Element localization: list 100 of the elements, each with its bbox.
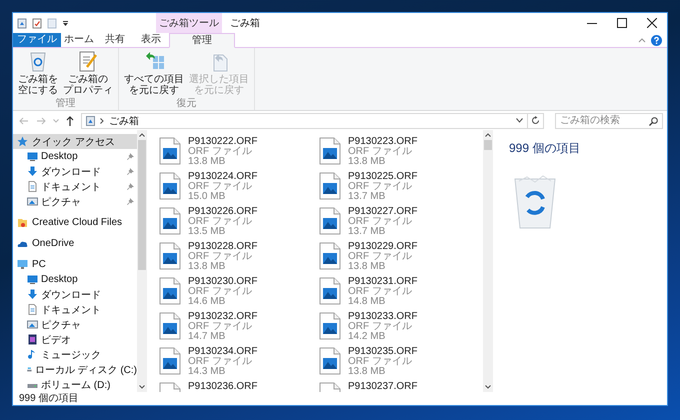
scrollbar[interactable] <box>483 130 493 392</box>
nav-label: ボリューム (D:) <box>41 378 110 392</box>
maximize-icon <box>617 18 627 28</box>
refresh-icon <box>531 116 540 125</box>
file-type: ORF ファイル <box>348 252 413 262</box>
file-name: P9130230.ORF <box>188 277 258 287</box>
monitor-icon <box>27 274 38 285</box>
file-item[interactable]: P9130231.ORF ORF ファイル 14.8 MB <box>319 277 469 312</box>
file-size: 15.0 MB <box>188 192 226 202</box>
chevron-up-icon[interactable] <box>638 38 646 42</box>
address-field[interactable]: ごみ箱 <box>81 112 528 128</box>
ribbon-button[interactable]: ごみ箱の プロパティ <box>61 50 115 98</box>
file-item[interactable]: P9130237.ORF <box>319 382 469 392</box>
picture-icon <box>27 319 38 330</box>
file-item[interactable]: P9130228.ORF ORF ファイル 13.8 MB <box>159 242 319 277</box>
help-icon[interactable] <box>651 34 662 46</box>
file-name: P9130236.ORF <box>188 382 258 392</box>
nav-item[interactable]: ピクチャ <box>13 317 137 332</box>
file-name: P9130237.ORF <box>348 382 418 392</box>
nav-item[interactable]: ピクチャ <box>13 194 137 209</box>
nav-item[interactable]: ドキュメント <box>13 302 137 317</box>
file-name: P9130233.ORF <box>348 312 418 322</box>
restore-arrow-icon <box>144 50 164 72</box>
file-item[interactable]: P9130222.ORF ORF ファイル 13.8 MB <box>159 137 319 172</box>
refresh-button[interactable] <box>528 112 544 128</box>
pin-icon[interactable] <box>127 168 134 175</box>
up-arrow-icon[interactable] <box>66 116 74 126</box>
image-file-icon <box>319 207 341 235</box>
recycle-bin-icon[interactable] <box>17 18 27 28</box>
ribbon-button[interactable]: ごみ箱を 空にする <box>16 50 60 98</box>
computer-icon <box>17 259 28 270</box>
checkmark-document-icon[interactable] <box>32 18 42 28</box>
file-item[interactable]: P9130227.ORF ORF ファイル 13.7 MB <box>319 207 469 242</box>
caret-down-icon[interactable] <box>516 118 523 123</box>
scrollbar-thumb[interactable] <box>484 140 492 150</box>
file-item[interactable]: P9130233.ORF ORF ファイル 14.2 MB <box>319 312 469 347</box>
file-item[interactable]: P9130236.ORF <box>159 382 319 392</box>
file-type: ORF ファイル <box>348 357 413 367</box>
nav-label: ドキュメント <box>41 180 101 194</box>
file-size: 14.2 MB <box>348 332 386 342</box>
ribbon-button[interactable]: すべての項目 を元に戻す <box>122 50 186 98</box>
file-name: P9130227.ORF <box>348 207 418 217</box>
nav-item[interactable]: ローカル ディスク (C:) <box>13 362 137 377</box>
dropdown-arrow-icon[interactable] <box>62 20 69 26</box>
nav-item[interactable]: ボリューム (D:) <box>13 377 137 392</box>
recycle-bin-icon <box>513 175 557 229</box>
close-icon <box>647 18 657 28</box>
ribbon-tab[interactable]: 管理 <box>169 33 235 48</box>
nav-item[interactable]: ビデオ <box>13 332 137 347</box>
file-item[interactable]: P9130230.ORF ORF ファイル 14.6 MB <box>159 277 319 312</box>
nav-item[interactable]: PC <box>13 257 137 272</box>
file-type: ORF ファイル <box>188 147 253 157</box>
file-name: P9130232.ORF <box>188 312 258 322</box>
file-item[interactable]: P9130224.ORF ORF ファイル 15.0 MB <box>159 172 319 207</box>
chevron-right-icon[interactable] <box>100 118 104 124</box>
nav-item[interactable]: OneDrive <box>13 236 137 251</box>
nav-item[interactable]: ミュージック <box>13 347 137 362</box>
scroll-up-icon[interactable] <box>139 133 145 137</box>
nav-item[interactable]: Creative Cloud Files <box>13 215 137 230</box>
image-file-icon <box>319 137 341 165</box>
image-file-icon <box>319 242 341 270</box>
image-file-icon <box>319 312 341 340</box>
nav-item[interactable]: Desktop <box>13 272 137 287</box>
film-icon <box>27 334 38 345</box>
file-type: ORF ファイル <box>348 217 413 227</box>
nav-item[interactable]: ドキュメント <box>13 179 137 194</box>
file-type: ORF ファイル <box>188 322 253 332</box>
pin-icon[interactable] <box>127 183 134 190</box>
file-type: ORF ファイル <box>188 357 253 367</box>
file-item[interactable]: P9130234.ORF ORF ファイル 14.3 MB <box>159 347 319 382</box>
scrollbar[interactable] <box>137 130 147 392</box>
file-item[interactable]: P9130225.ORF ORF ファイル 13.7 MB <box>319 172 469 207</box>
window-title: ごみ箱 <box>229 17 260 31</box>
document-icon <box>27 304 38 315</box>
nav-label: ドキュメント <box>41 304 101 316</box>
file-item[interactable]: P9130232.ORF ORF ファイル 14.7 MB <box>159 312 319 347</box>
nav-item[interactable]: クイック アクセス <box>13 134 137 149</box>
image-file-icon <box>159 347 181 375</box>
search-field[interactable]: ごみ箱の検索 <box>555 112 663 128</box>
file-size: 14.8 MB <box>348 297 386 307</box>
file-name: P9130231.ORF <box>348 277 418 287</box>
scroll-up-icon[interactable] <box>485 133 491 137</box>
pin-icon[interactable] <box>127 198 134 205</box>
nav-item[interactable]: ダウンロード <box>13 164 137 179</box>
scroll-down-icon[interactable] <box>485 385 491 389</box>
nav-label: クイック アクセス <box>32 136 115 148</box>
nav-item[interactable]: Desktop <box>13 149 137 164</box>
nav-item[interactable]: ダウンロード <box>13 287 137 302</box>
scroll-down-icon[interactable] <box>139 385 145 389</box>
file-item[interactable]: P9130229.ORF ORF ファイル 13.8 MB <box>319 242 469 277</box>
nav-label: Desktop <box>41 274 78 285</box>
scrollbar-thumb[interactable] <box>138 140 146 270</box>
ribbon-tab[interactable]: ファイル <box>13 33 61 47</box>
file-item[interactable]: P9130235.ORF ORF ファイル 13.8 MB <box>319 347 469 382</box>
file-item[interactable]: P9130226.ORF ORF ファイル 13.5 MB <box>159 207 319 242</box>
pin-icon[interactable] <box>127 153 134 160</box>
file-type: ORF ファイル <box>188 287 253 297</box>
file-item[interactable]: P9130223.ORF ORF ファイル 13.8 MB <box>319 137 469 172</box>
file-size: 13.7 MB <box>348 192 386 202</box>
file-type: ORF ファイル <box>348 322 413 332</box>
